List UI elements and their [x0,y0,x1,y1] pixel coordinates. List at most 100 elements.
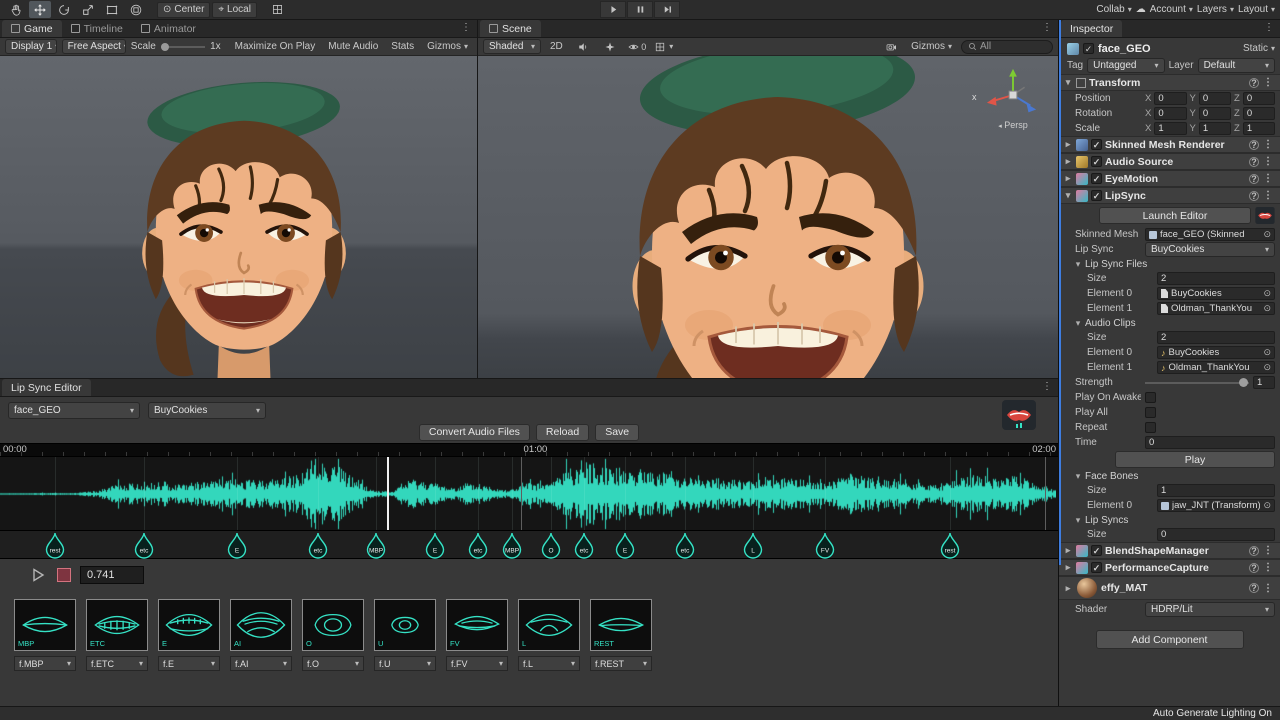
phoneme-thumbnail-FV[interactable]: FV [446,599,508,651]
shader-dropdown[interactable]: HDRP/Lit▾ [1145,602,1275,617]
scene-grid-dropdown[interactable]: ▾ [653,38,675,55]
component-skinned-mesh-renderer[interactable]: ▸✓ Skinned Mesh Renderer ?⋮ [1059,136,1280,153]
phoneme-marker-etc[interactable]: etc [133,532,154,560]
waveform-area[interactable] [0,456,1058,530]
gameobject-active-checkbox[interactable]: ✓ [1083,43,1094,54]
files-size-field[interactable]: 2 [1157,272,1275,285]
scene-gizmos-dropdown[interactable]: Gizmos▾ [907,40,956,54]
foldout-closed-icon[interactable]: ▸ [1063,583,1073,594]
phoneme-dropdown-REST[interactable]: f.REST▾ [590,656,652,671]
transform-component-header[interactable]: ▾ Transform ?⋮ [1059,74,1280,91]
layout-dropdown[interactable]: Layout▾ [1238,2,1275,18]
object-picker-icon[interactable]: ⊙ [1263,500,1271,511]
waveform-playhead[interactable] [387,457,389,530]
tab-game[interactable]: Game [2,20,62,37]
phoneme-marker-etc[interactable]: etc [574,532,595,560]
scale-x-field[interactable]: 1 [1154,122,1186,135]
game-viewport[interactable] [0,56,477,378]
stats-toggle[interactable]: Stats [387,40,418,54]
file-element-0-field[interactable]: BuyCookies⊙ [1157,287,1275,300]
phoneme-marker-FV[interactable]: FV [815,532,836,560]
component-menu-icon[interactable]: ⋮ [1260,77,1276,88]
phoneme-thumbnail-MBP[interactable]: MBP [14,599,76,651]
phoneme-dropdown-AI[interactable]: f.AI▾ [230,656,292,671]
audio-element-1-field[interactable]: ♪Oldman_ThankYou⊙ [1157,361,1275,374]
strength-value-field[interactable]: 1 [1253,376,1275,389]
phoneme-thumbnail-ETC[interactable]: ETC [86,599,148,651]
cloud-button[interactable]: ☁ [1136,2,1146,18]
space-toggle-button[interactable]: ⌖Local [212,2,257,18]
foldout-closed-icon[interactable]: ▸ [1063,156,1073,167]
game-panel-menu-icon[interactable]: ⋮ [458,22,474,33]
layers-dropdown[interactable]: Layers▾ [1197,2,1234,18]
scene-search-input[interactable]: All [961,40,1053,54]
skinned-mesh-object-field[interactable]: face_GEO (Skinned⊙ [1145,228,1275,241]
rotate-tool-button[interactable] [53,1,75,18]
position-x-field[interactable]: 0 [1154,92,1186,105]
move-tool-button[interactable] [29,1,51,18]
help-icon[interactable]: ? [1249,78,1259,88]
phoneme-thumbnail-O[interactable]: O [302,599,364,651]
component-menu-icon[interactable]: ⋮ [1260,156,1276,167]
material-header[interactable]: ▸ effy_MAT ?⋮ [1059,576,1280,600]
scale-slider[interactable] [161,41,205,53]
play-on-awake-checkbox[interactable] [1145,392,1156,403]
eyemotion-enabled-checkbox[interactable]: ✓ [1091,173,1102,184]
aspect-dropdown[interactable]: Free Aspect▾ [62,39,126,54]
phoneme-marker-rest[interactable]: rest [940,532,961,560]
help-icon[interactable]: ? [1249,563,1259,573]
foldout-closed-icon[interactable]: ▸ [1063,562,1073,573]
scene-orientation-gizmo[interactable]: x ◂ Persp [982,66,1044,130]
phoneme-dropdown-E[interactable]: f.E▾ [158,656,220,671]
mesh-dropdown[interactable]: face_GEO▾ [8,402,140,419]
scene-audio-toggle[interactable] [572,38,594,55]
help-icon[interactable]: ? [1249,546,1259,556]
scene-effects-dropdown[interactable] [599,38,621,55]
phoneme-thumbnail-REST[interactable]: REST [590,599,652,651]
phoneme-marker-MBP[interactable]: MBP [502,532,523,560]
scale-z-field[interactable]: 1 [1243,122,1275,135]
scene-camera-button[interactable] [880,38,902,55]
audio-clips-foldout[interactable]: ▾Audio Clips [1059,316,1280,330]
gameobject-name[interactable]: face_GEO [1098,43,1239,55]
play-button[interactable] [600,1,626,18]
object-picker-icon[interactable]: ⊙ [1263,288,1271,299]
component-audio-source[interactable]: ▸✓ Audio Source ?⋮ [1059,153,1280,170]
launch-editor-button[interactable]: Launch Editor [1099,207,1251,224]
help-icon[interactable]: ? [1249,157,1259,167]
bones-size-field[interactable]: 1 [1157,484,1275,497]
help-icon[interactable]: ? [1249,191,1259,201]
component-lipsync[interactable]: ▾✓ LipSync ?⋮ [1059,187,1280,204]
component-menu-icon[interactable]: ⋮ [1260,139,1276,150]
pc-enabled-checkbox[interactable]: ✓ [1091,562,1102,573]
phoneme-marker-E[interactable]: E [226,532,247,560]
phoneme-marker-etc[interactable]: etc [468,532,489,560]
playback-time-field[interactable]: 0.741 [80,566,144,584]
tab-inspector[interactable]: Inspector [1061,20,1122,37]
phoneme-dropdown-O[interactable]: f.O▾ [302,656,364,671]
account-dropdown[interactable]: Account▾ [1150,2,1193,18]
add-component-button[interactable]: Add Component [1096,630,1244,649]
2d-toggle[interactable]: 2D [546,40,567,54]
repeat-checkbox[interactable] [1145,422,1156,433]
help-icon[interactable]: ? [1249,140,1259,150]
scale-y-field[interactable]: 1 [1199,122,1231,135]
tag-dropdown[interactable]: Untagged▾ [1087,58,1164,73]
stop-button[interactable] [57,568,71,582]
audio-enabled-checkbox[interactable]: ✓ [1091,156,1102,167]
audio-element-0-field[interactable]: ♪BuyCookies⊙ [1157,346,1275,359]
foldout-closed-icon[interactable]: ▸ [1063,139,1073,150]
component-blendshapemanager[interactable]: ▸✓ BlendShapeManager ?⋮ [1059,542,1280,559]
game-gizmos-dropdown[interactable]: Gizmos▾ [423,40,472,54]
timeline-ruler[interactable]: 00:00 01:00 02:00 [0,443,1058,456]
play-all-checkbox[interactable] [1145,407,1156,418]
component-eyemotion[interactable]: ▸✓ EyeMotion ?⋮ [1059,170,1280,187]
component-performancecapture[interactable]: ▸✓ PerformanceCapture ?⋮ [1059,559,1280,576]
phoneme-dropdown-L[interactable]: f.L▾ [518,656,580,671]
object-picker-icon[interactable]: ⊙ [1263,229,1271,240]
object-picker-icon[interactable]: ⊙ [1263,303,1271,314]
foldout-closed-icon[interactable]: ▸ [1063,545,1073,556]
collab-dropdown[interactable]: Collab▾ [1096,2,1131,18]
convert-audio-files-button[interactable]: Convert Audio Files [419,424,530,441]
phoneme-marker-etc[interactable]: etc [308,532,329,560]
